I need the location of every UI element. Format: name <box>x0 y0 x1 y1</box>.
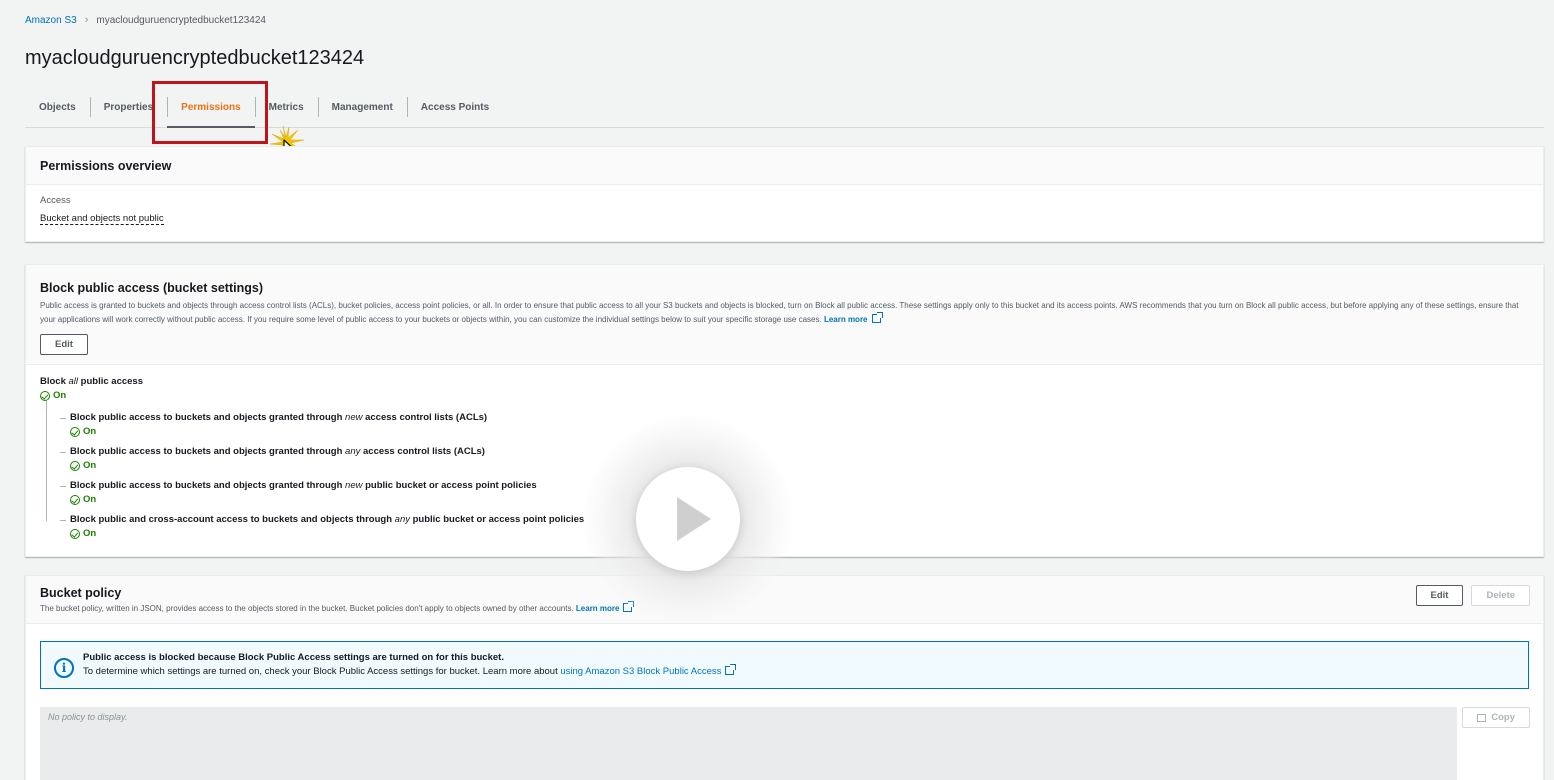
bucket-policy-panel: Bucket policy The bucket policy, written… <box>25 575 1544 780</box>
check-circle-icon <box>70 460 80 471</box>
setting-item: Block public access to buckets and objec… <box>40 446 1529 471</box>
policy-placeholder: No policy to display. <box>48 712 128 722</box>
info-alert: i Public access is blocked because Block… <box>40 641 1529 689</box>
delete-bucket-policy-button[interactable]: Delete <box>1471 585 1530 606</box>
page-title: myacloudguruencryptedbucket123424 <box>25 47 365 69</box>
block-public-access-description: Public access is granted to buckets and … <box>40 301 1519 324</box>
check-circle-icon <box>70 494 80 505</box>
learn-more-link[interactable]: Learn more <box>824 315 868 324</box>
status-on: On <box>40 390 1529 401</box>
status-on: On <box>70 426 1529 437</box>
info-alert-title: Public access is blocked because Block P… <box>83 652 504 663</box>
play-button[interactable] <box>636 467 740 571</box>
edit-block-public-access-button[interactable]: Edit <box>40 334 88 355</box>
policy-editor[interactable]: No policy to display. <box>40 707 1457 780</box>
edit-bucket-policy-button[interactable]: Edit <box>1415 585 1464 606</box>
info-alert-text: To determine which settings are turned o… <box>83 664 1516 679</box>
chevron-right-icon: › <box>84 14 89 26</box>
copy-icon <box>1477 713 1487 722</box>
status-on: On <box>70 528 1529 539</box>
check-circle-icon <box>40 390 50 401</box>
tab-access-points[interactable]: Access Points <box>406 92 503 122</box>
breadcrumb-current: myacloudguruencryptedbucket123424 <box>96 14 266 26</box>
bucket-policy-title: Bucket policy <box>40 586 122 600</box>
access-label: Access <box>40 195 71 206</box>
external-link-icon <box>725 664 737 675</box>
access-value[interactable]: Bucket and objects not public <box>40 213 164 225</box>
bucket-policy-description: The bucket policy, written in JSON, prov… <box>40 601 1529 616</box>
highlight-annotation <box>152 81 268 144</box>
setting-item: Block public access to buckets and objec… <box>40 412 1529 437</box>
tab-objects[interactable]: Objects <box>25 92 90 122</box>
breadcrumb: Amazon S3 › myacloudguruencryptedbucket1… <box>25 14 266 26</box>
check-circle-icon <box>70 426 80 437</box>
block-public-access-title: Block public access (bucket settings) <box>40 281 263 295</box>
info-icon: i <box>54 658 74 678</box>
permissions-overview-panel: Permissions overview Access Bucket and o… <box>25 146 1544 242</box>
permissions-overview-title: Permissions overview <box>40 159 172 173</box>
check-circle-icon <box>70 528 80 539</box>
copy-button[interactable]: Copy <box>1462 707 1530 728</box>
play-icon <box>677 497 711 541</box>
status-on: On <box>70 494 1529 505</box>
tab-management[interactable]: Management <box>317 92 407 122</box>
status-on: On <box>70 460 1529 471</box>
block-all-public-access-label: Block all public access <box>40 376 143 387</box>
external-link-icon <box>871 312 883 323</box>
learn-more-link[interactable]: Learn more <box>576 604 620 613</box>
breadcrumb-amazon-s3[interactable]: Amazon S3 <box>25 15 77 26</box>
block-public-access-link[interactable]: using Amazon S3 Block Public Access <box>560 666 721 677</box>
